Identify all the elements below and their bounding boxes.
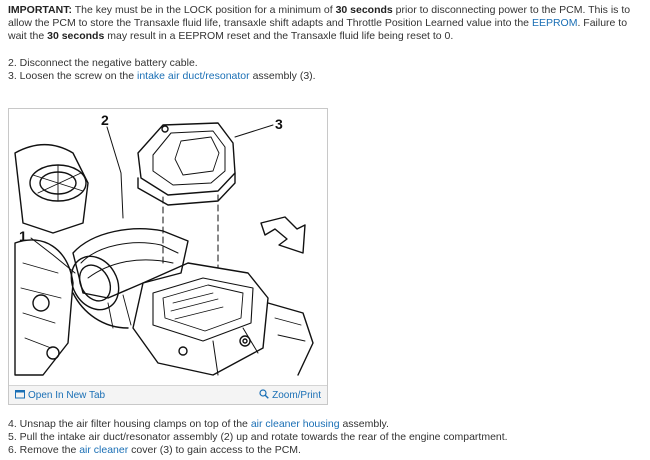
step-4-text-pre: 4. Unsnap the air filter housing clamps … <box>8 418 251 430</box>
open-in-new-tab-button[interactable]: Open In New Tab <box>15 389 105 403</box>
step-4-text-post: assembly. <box>339 418 389 430</box>
important-text-1: The key must be in the LOCK position for… <box>71 4 336 16</box>
important-bold-1: 30 seconds <box>335 4 393 16</box>
step-6-text-pre: 6. Remove the <box>8 444 80 456</box>
important-bold-2: 30 seconds <box>47 30 105 42</box>
engine-diagram-illustration: 1 2 3 <box>14 113 314 376</box>
step-5-text: 5. Pull the intake air duct/resonator as… <box>8 431 508 443</box>
open-in-new-tab-label: Open In New Tab <box>28 390 106 401</box>
step-2: 2. Disconnect the negative battery cable… <box>8 57 316 70</box>
zoom-print-label: Zoom/Print <box>272 390 321 401</box>
step-3: 3. Loosen the screw on the intake air du… <box>8 70 316 83</box>
callout-3: 3 <box>275 116 283 132</box>
step-5: 5. Pull the intake air duct/resonator as… <box>8 431 508 444</box>
steps-list-bottom: 4. Unsnap the air filter housing clamps … <box>8 418 508 457</box>
step-6: 6. Remove the air cleaner cover (3) to g… <box>8 444 508 457</box>
callout-2: 2 <box>101 113 109 128</box>
air-cleaner-link[interactable]: air cleaner <box>79 444 128 456</box>
callout-1: 1 <box>19 228 27 244</box>
intake-air-duct-link[interactable]: intake air duct/resonator <box>137 70 250 82</box>
new-tab-icon <box>15 389 25 403</box>
engine-diagram-figure: 1 2 3 Open In New Tab Zoom/Print <box>8 108 328 405</box>
important-note: IMPORTANT: The key must be in the LOCK p… <box>8 4 640 43</box>
zoom-print-button[interactable]: Zoom/Print <box>259 389 321 403</box>
air-cleaner-housing-link[interactable]: air cleaner housing <box>251 418 340 430</box>
important-text-4: may result in a EEPROM reset and the Tra… <box>104 30 454 42</box>
step-3-text-post: assembly (3). <box>249 70 316 82</box>
step-6-text-post: cover (3) to gain access to the PCM. <box>128 444 301 456</box>
important-label: IMPORTANT: <box>8 4 72 16</box>
step-2-text: 2. Disconnect the negative battery cable… <box>8 57 198 69</box>
step-4: 4. Unsnap the air filter housing clamps … <box>8 418 508 431</box>
steps-list-top: 2. Disconnect the negative battery cable… <box>8 57 316 83</box>
step-3-text-pre: 3. Loosen the screw on the <box>8 70 137 82</box>
magnifier-icon <box>259 389 269 403</box>
eeprom-link[interactable]: EEPROM <box>532 17 578 29</box>
figure-toolbar: Open In New Tab Zoom/Print <box>9 385 327 404</box>
